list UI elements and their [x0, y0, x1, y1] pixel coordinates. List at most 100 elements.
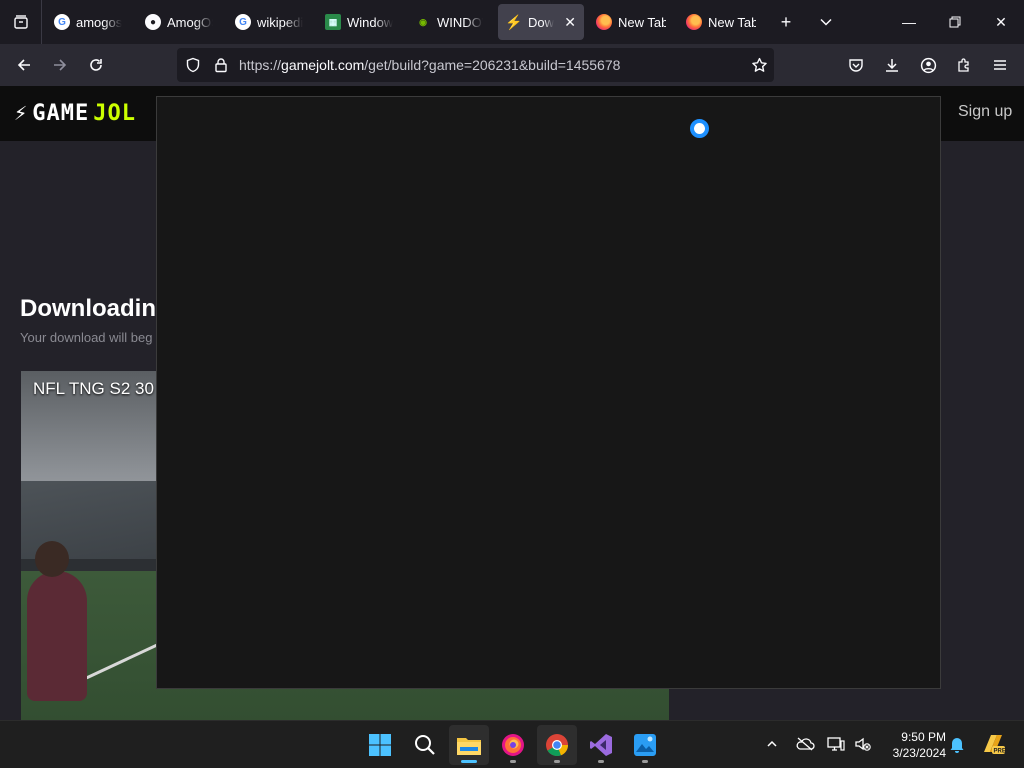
tab-windows[interactable]: ▦ Windows — [317, 4, 401, 40]
arrow-left-icon — [17, 59, 30, 71]
start-button[interactable] — [360, 725, 400, 765]
clock-time: 9:50 PM — [901, 730, 946, 744]
downloads-button[interactable] — [874, 47, 910, 83]
page-title: Downloading — [20, 295, 171, 322]
plus-icon: + — [780, 11, 792, 32]
firefox-icon — [502, 734, 524, 756]
windows-start-icon — [369, 734, 391, 756]
lightning-bolt-icon: ⚡ — [14, 101, 29, 126]
tab-label: WINDOWS — [437, 14, 483, 30]
tab-label: amogos — [76, 14, 122, 30]
tab-label: New Tab — [708, 14, 756, 30]
url-bar[interactable]: https://gamejolt.com/get/build?game=2062… — [177, 48, 774, 82]
svg-text:PRE: PRE — [994, 749, 1006, 755]
tab-strip: G amogos ● AmogOS G wikipedia ▦ Windows … — [0, 0, 1024, 44]
network-tray-button[interactable] — [825, 733, 847, 755]
taskbar-file-explorer[interactable] — [449, 725, 489, 765]
chevron-up-icon — [767, 740, 777, 747]
tab-new-tab-2[interactable]: New Tab — [678, 4, 764, 40]
volume-muted-icon — [855, 737, 871, 751]
photos-icon — [634, 734, 656, 756]
running-indicator — [642, 760, 648, 763]
network-icon — [827, 737, 845, 751]
google-icon: G — [235, 14, 251, 30]
pocket-button[interactable] — [838, 47, 874, 83]
copilot-preview-button[interactable]: PRE — [980, 733, 1006, 755]
signup-link[interactable]: Sign up — [958, 103, 1012, 121]
copilot-pre-icon: PRE — [984, 735, 1006, 755]
video-frame-person — [27, 571, 87, 701]
url-scheme: https:// — [239, 57, 282, 73]
forward-button[interactable] — [42, 47, 78, 83]
github-icon: ● — [145, 14, 161, 30]
extensions-button[interactable] — [946, 47, 982, 83]
running-indicator — [510, 760, 516, 763]
chevron-down-icon — [820, 18, 832, 26]
logo-text-accent: JOL — [93, 101, 136, 126]
gamejolt-logo[interactable]: ⚡ GAME JOL — [14, 101, 136, 126]
reload-button[interactable] — [78, 47, 114, 83]
download-icon — [886, 59, 898, 72]
bookmark-star-icon[interactable] — [749, 55, 769, 75]
tab-downloading-active[interactable]: ⚡ Downloading ✕ — [498, 4, 584, 40]
windows-taskbar: 9:50 PM 3/23/2024 PRE — [0, 720, 1024, 768]
search-button[interactable] — [405, 725, 445, 765]
windows-app-icon: ▦ — [325, 14, 341, 30]
lock-icon[interactable] — [211, 55, 231, 75]
pocket-icon — [849, 59, 863, 72]
tab-wikipedia[interactable]: G wikipedia — [227, 4, 311, 40]
restore-button[interactable] — [932, 0, 978, 44]
taskbar-chrome[interactable] — [537, 725, 577, 765]
list-all-tabs-button[interactable] — [808, 4, 844, 40]
download-subtitle: Your download will beg — [20, 330, 153, 345]
reload-icon — [90, 59, 102, 71]
tab-label: AmogOS — [167, 14, 213, 30]
new-tab-button[interactable]: + — [768, 4, 804, 40]
video-title: NFL TNG S2 30 — [33, 379, 154, 398]
tab-windows-nvidia[interactable]: ◉ WINDOWS — [407, 4, 491, 40]
restore-icon — [949, 16, 961, 28]
account-button[interactable] — [910, 47, 946, 83]
puzzle-icon — [958, 58, 969, 72]
taskbar-clock[interactable]: 9:50 PM 3/23/2024 — [880, 729, 946, 761]
url-path: /get/build?game=206231&build=1455678 — [364, 57, 621, 73]
tab-label: New Tab — [618, 14, 666, 30]
taskbar-visual-studio[interactable] — [581, 725, 621, 765]
onedrive-offline-icon — [796, 737, 815, 751]
hamburger-menu-icon — [994, 60, 1006, 70]
notifications-button[interactable] — [946, 733, 968, 755]
clock-date: 3/23/2024 — [892, 746, 946, 760]
loading-spinner-icon — [690, 119, 709, 138]
tab-label: wikipedia — [257, 14, 303, 30]
volume-tray-button[interactable] — [852, 733, 874, 755]
show-hidden-icons-button[interactable] — [761, 733, 783, 755]
close-tab-icon[interactable]: ✕ — [564, 14, 576, 31]
visual-studio-icon — [590, 734, 612, 756]
gamejolt-icon: ⚡ — [505, 13, 523, 30]
running-indicator — [598, 760, 604, 763]
url-text[interactable]: https://gamejolt.com/get/build?game=2062… — [239, 57, 620, 73]
tracking-protection-shield-icon[interactable] — [183, 55, 203, 75]
taskbar-firefox[interactable] — [493, 725, 533, 765]
taskbar-photos[interactable] — [625, 725, 665, 765]
nvidia-icon: ◉ — [419, 16, 427, 27]
tab-amogos-github[interactable]: ● AmogOS — [137, 4, 221, 40]
menu-button[interactable] — [982, 47, 1018, 83]
file-explorer-icon — [457, 738, 481, 755]
minimize-button[interactable]: — — [886, 0, 932, 44]
tab-list-button[interactable] — [0, 0, 42, 44]
active-indicator — [461, 760, 477, 763]
firefox-icon — [686, 14, 702, 30]
bell-icon — [950, 738, 964, 753]
onedrive-tray-button[interactable] — [794, 733, 816, 755]
back-button[interactable] — [6, 47, 42, 83]
tab-label: Windows — [347, 14, 393, 30]
tab-new-tab-1[interactable]: New Tab — [588, 4, 674, 40]
chrome-icon — [546, 734, 569, 757]
loading-overlay-dialog[interactable] — [156, 96, 941, 689]
arrow-right-icon — [54, 59, 67, 71]
running-indicator — [554, 760, 560, 763]
close-window-button[interactable]: ✕ — [978, 0, 1024, 44]
logo-text: GAME — [32, 101, 90, 126]
tab-amogos[interactable]: G amogos — [46, 4, 130, 40]
